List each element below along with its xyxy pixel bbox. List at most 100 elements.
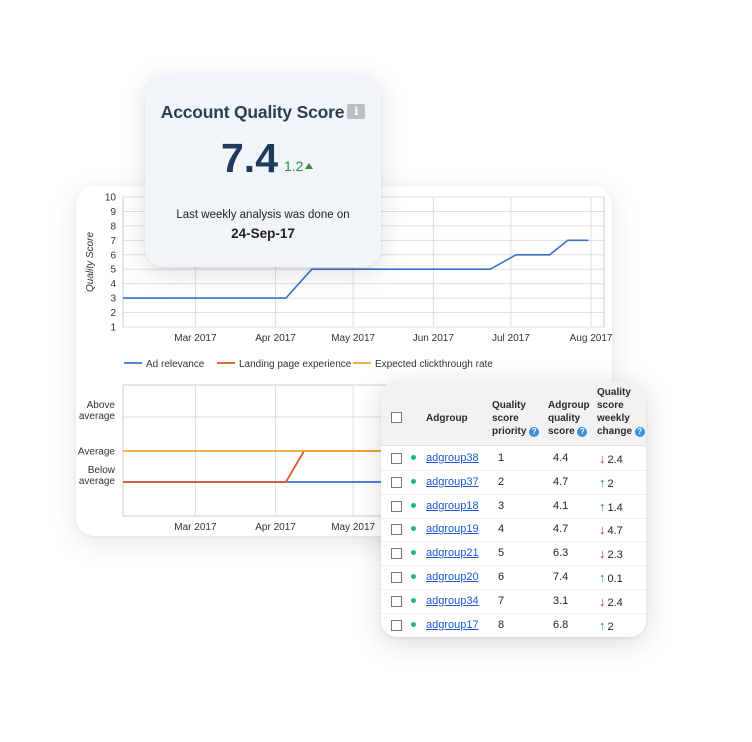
- header-score-line: quality: [548, 413, 581, 424]
- score-card-title: Account Quality Score: [160, 102, 345, 122]
- weekly-change-cell: ↓ 2.4: [599, 451, 623, 466]
- priority-cell: 7: [498, 594, 505, 607]
- y-tick-label: Average: [78, 447, 116, 458]
- status-dot-icon: [411, 502, 416, 508]
- table-row: adgroup21 5 6.3 ↓ 2.3: [381, 542, 646, 567]
- priority-cell: 4: [498, 523, 505, 536]
- y-tick-label: 9: [110, 207, 116, 218]
- score-change: 1.2: [284, 158, 314, 174]
- adgroup-link[interactable]: adgroup34: [426, 595, 479, 607]
- select-all-checkbox[interactable]: [391, 412, 402, 423]
- adgroup-table-card: Adgroup Quality score priority ? Adgroup…: [381, 381, 646, 637]
- table-row: adgroup20 6 7.4 ↑ 0.1: [381, 566, 646, 590]
- score-cell: 6.3: [553, 547, 569, 560]
- analysis-date: 24-Sep-17: [231, 226, 295, 241]
- row-checkbox[interactable]: [391, 524, 402, 536]
- score-cell: 4.4: [553, 452, 569, 464]
- weekly-change-value: 4.7: [607, 525, 623, 538]
- weekly-change-value: 2.4: [607, 454, 623, 466]
- priority-cell: 2: [498, 475, 505, 488]
- y-tick-label: Above average: [79, 400, 116, 422]
- weekly-change-cell: ↓ 2.3: [599, 546, 623, 561]
- x-tick-label: Jul 2017: [492, 333, 530, 344]
- weekly-change-cell: ↓ 4.7: [599, 522, 623, 537]
- score-cell: 4.7: [553, 523, 569, 536]
- adgroup-link[interactable]: adgroup17: [426, 619, 479, 631]
- help-icon[interactable]: ?: [634, 427, 645, 437]
- adgroup-link[interactable]: adgroup19: [426, 523, 479, 535]
- weekly-change-cell: ↓ 2.4: [599, 594, 623, 609]
- arrow-up-icon: ↑: [599, 498, 606, 514]
- row-checkbox[interactable]: [391, 548, 402, 560]
- table-row: adgroup17 8 6.8 ↑ 2: [381, 614, 646, 637]
- header-adgroup-quality-score[interactable]: Adgroup quality score ?: [548, 399, 590, 438]
- adgroup-link[interactable]: adgroup20: [426, 571, 479, 583]
- score-cell: 3.1: [553, 594, 569, 607]
- y-tick-label: 1: [110, 323, 116, 334]
- arrow-up-icon: ↑: [599, 570, 606, 585]
- table-row: adgroup37 2 4.7 ↑ 2: [381, 471, 646, 495]
- row-checkbox[interactable]: [391, 453, 402, 464]
- row-checkbox[interactable]: [391, 500, 402, 512]
- score-cell: 4.1: [553, 499, 569, 512]
- header-score-line: Adgroup: [548, 400, 590, 411]
- row-checkbox[interactable]: [391, 476, 402, 488]
- row-checkbox[interactable]: [391, 619, 402, 631]
- y-tick-label: 5: [110, 265, 116, 276]
- analysis-note: Last weekly analysis was done on: [176, 209, 350, 221]
- y-tick-label: 4: [110, 279, 116, 290]
- adgroup-link[interactable]: adgroup21: [426, 547, 479, 559]
- row-checkbox[interactable]: [391, 595, 402, 607]
- arrow-down-icon: ↓: [599, 451, 606, 466]
- priority-cell: 6: [498, 571, 505, 583]
- status-dot-icon: [411, 550, 416, 556]
- legend-label: Ad relevance: [146, 359, 205, 370]
- weekly-change-value: 1.4: [607, 501, 623, 514]
- arrow-down-icon: ↓: [599, 593, 606, 609]
- x-tick-label: Aug 2017: [570, 333, 612, 344]
- adgroup-link[interactable]: adgroup38: [426, 452, 479, 464]
- table-row: adgroup19 4 4.7 ↓ 4.7: [381, 518, 646, 543]
- header-score-line: score: [548, 426, 575, 437]
- status-dot-icon: [411, 597, 416, 603]
- header-change-line: Quality: [597, 387, 631, 398]
- weekly-change-value: 2: [607, 620, 614, 633]
- header-quality-score-priority[interactable]: Quality score priority ?: [492, 399, 540, 438]
- help-icon[interactable]: ?: [577, 427, 588, 437]
- x-tick-label: Apr 2017: [255, 522, 296, 533]
- help-icon[interactable]: ?: [529, 427, 540, 437]
- header-quality-score-weekly-change[interactable]: Quality score weekly change ?: [597, 386, 645, 438]
- weekly-change-value: 2.3: [607, 549, 623, 562]
- header-change-line: score: [597, 400, 624, 411]
- priority-cell: 8: [498, 618, 505, 631]
- y-axis-label: Quality Score: [85, 232, 96, 292]
- score-card-title-row: Account Quality Score i: [145, 102, 381, 123]
- status-dot-icon: [411, 621, 416, 627]
- info-icon[interactable]: i: [347, 104, 366, 119]
- account-quality-score-card: Account Quality Score i 7.4 1.2 Last week…: [145, 75, 381, 267]
- status-dot-icon: [411, 574, 416, 579]
- score-cell: 4.7: [553, 475, 569, 488]
- adgroup-link[interactable]: adgroup37: [426, 476, 479, 488]
- header-priority-line: priority: [492, 426, 527, 437]
- weekly-change-cell: ↑ 0.1: [599, 570, 623, 585]
- arrow-up-icon: ↑: [599, 474, 606, 490]
- table-header: Adgroup Quality score priority ? Adgroup…: [381, 381, 646, 446]
- priority-cell: 1: [498, 452, 505, 464]
- y-tick-label: 8: [110, 221, 116, 232]
- table-row: adgroup34 7 3.1 ↓ 2.4: [381, 590, 646, 614]
- y-tick-label: 7: [110, 236, 116, 247]
- x-tick-label: Apr 2017: [255, 333, 296, 344]
- header-priority-line: score: [492, 413, 519, 424]
- header-change-line: change: [597, 426, 633, 437]
- x-tick-label: Mar 2017: [174, 522, 217, 533]
- header-priority-line: Quality: [492, 400, 526, 411]
- adgroup-link[interactable]: adgroup18: [426, 500, 479, 512]
- row-checkbox[interactable]: [391, 572, 402, 583]
- table-row: adgroup38 1 4.4 ↓ 2.4: [381, 447, 646, 471]
- y-tick-label: Below average: [79, 465, 116, 487]
- score-change-value: 1.2: [284, 158, 304, 174]
- status-dot-icon: [411, 478, 416, 484]
- header-adgroup[interactable]: Adgroup: [426, 412, 468, 425]
- status-dot-icon: [411, 526, 416, 532]
